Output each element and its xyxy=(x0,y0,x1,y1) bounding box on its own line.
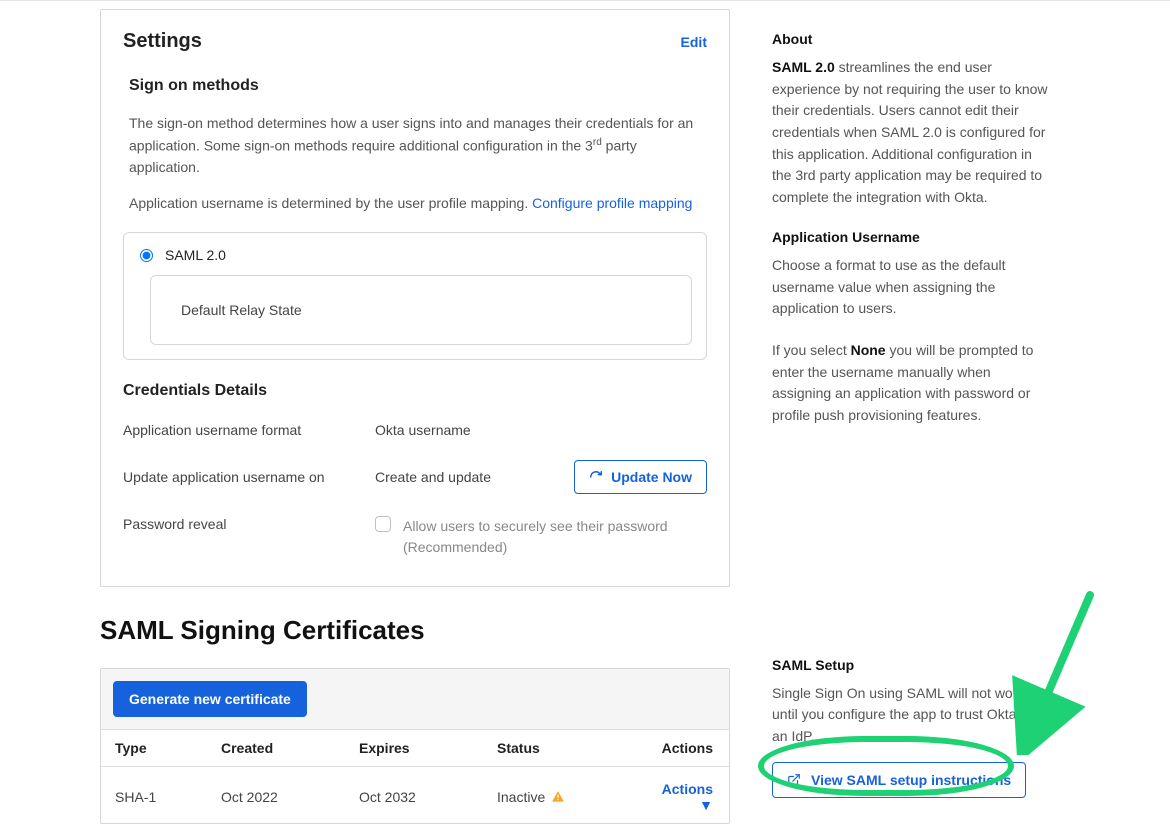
cred-label: Application username format xyxy=(123,422,375,438)
signon-method-box: SAML 2.0 Default Relay State xyxy=(123,232,707,360)
table-row: SHA-1 Oct 2022 Oct 2032 Inactive Actions… xyxy=(101,767,729,823)
cred-row-update-on: Update application username on Create an… xyxy=(123,460,707,494)
certs-table: Generate new certificate Type Created Ex… xyxy=(100,668,730,824)
certs-toolbar: Generate new certificate xyxy=(101,669,729,729)
warning-icon xyxy=(551,790,565,804)
default-relay-state: Default Relay State xyxy=(150,275,692,345)
col-status: Status xyxy=(497,740,653,756)
col-created: Created xyxy=(221,740,359,756)
saml-radio[interactable] xyxy=(140,249,153,262)
generate-certificate-button[interactable]: Generate new certificate xyxy=(113,681,307,717)
external-link-icon xyxy=(787,773,801,787)
refresh-icon xyxy=(589,470,603,484)
cell-type: SHA-1 xyxy=(115,789,221,805)
cell-actions: Actions ▼ xyxy=(653,781,715,813)
password-reveal-text: Allow users to securely see their passwo… xyxy=(403,516,707,558)
settings-card: Settings Edit Sign on methods The sign-o… xyxy=(100,9,730,587)
certs-header-row: Type Created Expires Status Actions xyxy=(101,729,729,767)
saml-radio-label: SAML 2.0 xyxy=(165,247,226,263)
cell-expires: Oct 2032 xyxy=(359,789,497,805)
cred-row-password-reveal: Password reveal Allow users to securely … xyxy=(123,516,707,558)
about-heading: About xyxy=(772,31,1050,47)
col-expires: Expires xyxy=(359,740,497,756)
view-saml-setup-button[interactable]: View SAML setup instructions xyxy=(772,762,1026,798)
cred-label: Update application username on xyxy=(123,469,375,485)
about-saml-paragraph: SAML 2.0 streamlines the end user experi… xyxy=(772,57,1050,209)
app-username-heading: Application Username xyxy=(772,229,1050,245)
signon-description-2: Application username is determined by th… xyxy=(129,193,707,215)
cred-value: Create and update xyxy=(375,469,574,485)
app-username-p2: If you select None you will be prompted … xyxy=(772,340,1050,427)
app-username-p1: Choose a format to use as the default us… xyxy=(772,255,1050,320)
cell-created: Oct 2022 xyxy=(221,789,359,805)
saml-setup-heading: SAML Setup xyxy=(772,657,1050,673)
cred-value: Allow users to securely see their passwo… xyxy=(375,516,707,558)
edit-link[interactable]: Edit xyxy=(681,34,707,50)
credentials-heading: Credentials Details xyxy=(123,382,707,400)
col-type: Type xyxy=(115,740,221,756)
saml-setup-desc: Single Sign On using SAML will not work … xyxy=(772,683,1050,748)
signon-heading: Sign on methods xyxy=(129,77,707,95)
settings-title: Settings xyxy=(123,30,202,53)
cred-row-username-format: Application username format Okta usernam… xyxy=(123,422,707,438)
configure-profile-mapping-link[interactable]: Configure profile mapping xyxy=(532,195,692,211)
col-actions: Actions xyxy=(653,740,715,756)
view-saml-setup-label: View SAML setup instructions xyxy=(811,772,1011,788)
row-actions-dropdown[interactable]: Actions ▼ xyxy=(662,781,713,813)
cred-label: Password reveal xyxy=(123,516,375,532)
saml-radio-row[interactable]: SAML 2.0 xyxy=(138,247,692,263)
signon-description: The sign-on method determines how a user… xyxy=(129,113,707,179)
update-now-label: Update Now xyxy=(611,469,692,485)
cell-status: Inactive xyxy=(497,789,653,805)
password-reveal-checkbox[interactable] xyxy=(375,516,391,532)
cred-value: Okta username xyxy=(375,422,707,438)
certs-title: SAML Signing Certificates xyxy=(100,615,730,646)
update-now-button[interactable]: Update Now xyxy=(574,460,707,494)
